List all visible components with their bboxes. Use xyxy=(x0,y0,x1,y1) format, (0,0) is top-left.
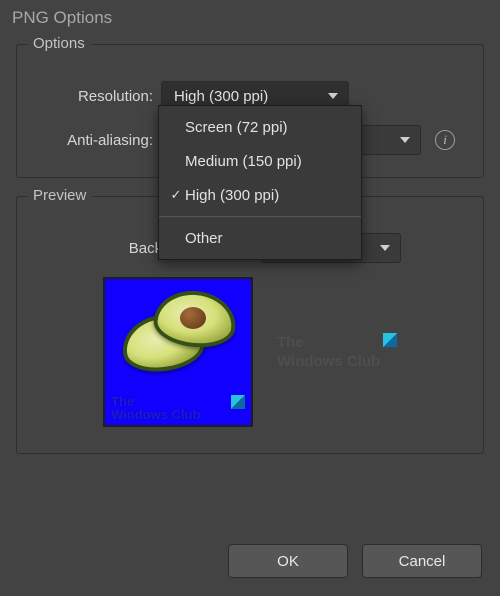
menu-item-screen[interactable]: Screen (72 ppi) xyxy=(159,110,361,144)
preview-body: The Windows Club The Windows Club xyxy=(35,277,465,427)
menu-item-other[interactable]: Other xyxy=(159,221,361,255)
watermark: The Windows Club xyxy=(111,395,245,421)
chevron-down-icon xyxy=(400,137,410,143)
menu-item-label: Other xyxy=(185,230,223,247)
side-watermark: The Windows Club xyxy=(277,333,397,372)
dialog-buttons: OK Cancel xyxy=(228,544,482,578)
menu-item-label: Medium (150 ppi) xyxy=(185,153,302,170)
resolution-label: Resolution: xyxy=(35,88,153,105)
anti-aliasing-label: Anti-aliasing: xyxy=(35,132,153,149)
preview-image xyxy=(118,287,238,387)
menu-item-label: High (300 ppi) xyxy=(185,187,279,204)
check-icon: ✓ xyxy=(167,187,185,203)
options-panel: Options Resolution: High (300 ppi) Anti-… xyxy=(16,44,484,178)
chevron-down-icon xyxy=(380,245,390,251)
windows-flag-icon xyxy=(383,333,397,347)
resolution-selected-value: High (300 ppi) xyxy=(174,88,268,105)
preview-legend: Preview xyxy=(27,187,92,204)
chevron-down-icon xyxy=(328,93,338,99)
windows-flag-icon xyxy=(231,395,245,409)
resolution-dropdown-menu: Screen (72 ppi) Medium (150 ppi) ✓ High … xyxy=(158,105,362,260)
window-title: PNG Options xyxy=(0,0,500,38)
menu-item-label: Screen (72 ppi) xyxy=(185,119,288,136)
cancel-button[interactable]: Cancel xyxy=(362,544,482,578)
ok-button[interactable]: OK xyxy=(228,544,348,578)
info-icon[interactable]: i xyxy=(435,130,455,150)
menu-item-medium[interactable]: Medium (150 ppi) xyxy=(159,144,361,178)
menu-item-high[interactable]: ✓ High (300 ppi) xyxy=(159,178,361,212)
menu-separator xyxy=(159,216,361,217)
options-legend: Options xyxy=(27,35,91,52)
preview-thumbnail: The Windows Club xyxy=(103,277,253,427)
